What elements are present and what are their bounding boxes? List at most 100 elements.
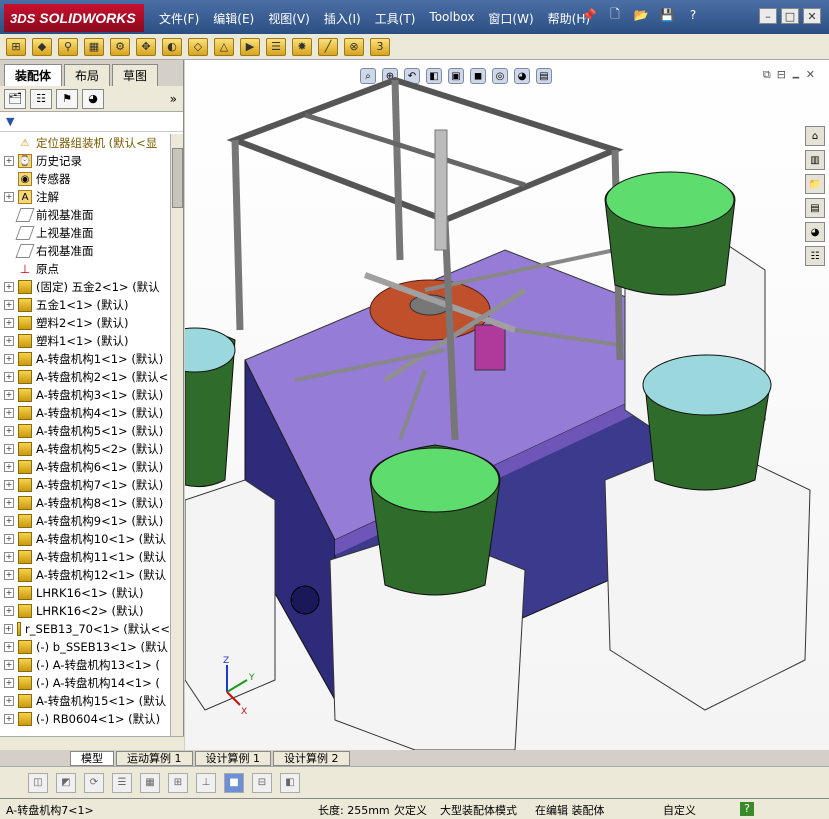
status-units[interactable]: 自定义 (663, 802, 696, 818)
expand-icon[interactable]: + (4, 714, 14, 724)
maximize-icon[interactable]: □ (781, 8, 799, 24)
tree-item[interactable]: 前视基准面 (0, 206, 170, 224)
solidworks-logo[interactable]: 3DS SOLIDWORKS (4, 4, 144, 32)
filter-icon[interactable]: ▼ (6, 115, 14, 128)
close-icon[interactable]: ✕ (803, 8, 821, 24)
appearances-icon[interactable]: ◕ (805, 222, 825, 242)
instant3d-icon[interactable]: 3 (370, 37, 390, 56)
tree-item[interactable]: + A-转盘机构5<1> (默认) (0, 422, 170, 440)
tree-vertical-scrollbar[interactable] (170, 134, 183, 738)
mate-icon[interactable]: ⚲ (58, 37, 78, 56)
tree-item[interactable]: + 五金1<1> (默认) (0, 296, 170, 314)
configuration-manager-icon[interactable]: ⚑ (56, 88, 78, 109)
tree-filter[interactable]: ▼ (0, 112, 183, 132)
tab-sketch[interactable]: 草图 (112, 64, 159, 86)
expand-icon[interactable]: + (4, 570, 14, 580)
expand-icon[interactable]: + (4, 372, 14, 382)
home-icon[interactable]: ⌂ (805, 126, 825, 146)
expand-icon[interactable]: + (4, 354, 14, 364)
expand-icon[interactable]: + (4, 678, 14, 688)
new-part-icon[interactable]: ◆ (32, 37, 52, 56)
design-library-icon[interactable]: ▥ (805, 150, 825, 170)
tree-item[interactable]: + (-) RB0604<1> (默认) (0, 710, 170, 728)
tree-item[interactable]: + 塑料2<1> (默认) (0, 314, 170, 332)
menu-edit[interactable]: 编辑(E) (206, 8, 261, 29)
insert-component-icon[interactable]: ⊞ (6, 37, 26, 56)
status-mode[interactable]: 大型装配体模式 (440, 802, 517, 818)
grid-icon[interactable]: ▦ (140, 772, 160, 793)
expand-icon[interactable]: + (4, 606, 14, 616)
menu-tools[interactable]: 工具(T) (368, 8, 423, 29)
expand-icon[interactable]: + (4, 156, 14, 166)
show-hidden-icon[interactable]: ◐ (162, 37, 182, 56)
axis-icon[interactable]: ⊥ (196, 772, 216, 793)
tree-item[interactable]: + (-) A-转盘机构13<1> ( (0, 656, 170, 674)
tab-motion-study-1[interactable]: 运动算例 1 (116, 750, 193, 766)
open-folder-icon[interactable]: 📂 (632, 6, 650, 24)
tree-item[interactable]: + ⌚ 历史记录 (0, 152, 170, 170)
tab-design-study-1[interactable]: 设计算例 1 (194, 750, 271, 766)
expand-icon[interactable]: + (4, 660, 14, 670)
assembly-model[interactable]: Z Y X (185, 60, 829, 750)
table-icon[interactable]: ⊞ (168, 772, 188, 793)
menu-window[interactable]: 窗口(W) (481, 8, 540, 29)
tree-item[interactable]: + A 注解 (0, 188, 170, 206)
tree-item[interactable]: + A-转盘机构2<1> (默认< (0, 368, 170, 386)
tree-item[interactable]: ⊥ 原点 (0, 260, 170, 278)
tree-item[interactable]: + A-转盘机构9<1> (默认) (0, 512, 170, 530)
assembly-features-icon[interactable]: ◇ (188, 37, 208, 56)
expand-icon[interactable]: + (4, 408, 14, 418)
expand-icon[interactable]: + (4, 552, 14, 562)
tree-item[interactable]: + A-转盘机构8<1> (默认) (0, 494, 170, 512)
tree-item[interactable]: + LHRK16<1> (默认) (0, 584, 170, 602)
shaded-icon[interactable]: ■ (224, 772, 244, 793)
expand-icon[interactable]: + (4, 318, 14, 328)
tab-assembly[interactable]: 装配体 (4, 64, 63, 86)
property-manager-icon[interactable]: ☷ (30, 88, 52, 109)
bill-of-materials-icon[interactable]: ☰ (266, 37, 286, 56)
expand-icon[interactable]: + (4, 282, 14, 292)
expand-icon[interactable]: + (4, 444, 14, 454)
tree-item[interactable]: ◉ 传感器 (0, 170, 170, 188)
expand-chevron-icon[interactable]: » (170, 92, 177, 106)
tree-item[interactable]: + A-转盘机构12<1> (默认 (0, 566, 170, 584)
move-component-icon[interactable]: ✥ (136, 37, 156, 56)
view-palette-icon[interactable]: ▤ (805, 198, 825, 218)
expand-icon[interactable]: + (4, 516, 14, 526)
help-icon[interactable]: ? (684, 6, 702, 24)
tree-item[interactable]: + (固定) 五金2<1> (默认 (0, 278, 170, 296)
tree-item[interactable]: + r_SEB13_70<1> (默认<< (0, 620, 170, 638)
tree-horizontal-scrollbar[interactable] (0, 736, 184, 750)
tree-item[interactable]: + A-转盘机构1<1> (默认) (0, 350, 170, 368)
menu-file[interactable]: 文件(F) (152, 8, 206, 29)
rebuild-icon[interactable]: ⟳ (84, 772, 104, 793)
new-document-icon[interactable]: 🗋 (606, 6, 624, 24)
tree-item[interactable]: 右视基准面 (0, 242, 170, 260)
tree-item[interactable]: + LHRK16<2> (默认) (0, 602, 170, 620)
menu-insert[interactable]: 插入(I) (317, 8, 368, 29)
tree-item[interactable]: + A-转盘机构15<1> (默认 (0, 692, 170, 710)
linear-pattern-icon[interactable]: ▦ (84, 37, 104, 56)
interference-detection-icon[interactable]: ⊗ (344, 37, 364, 56)
split-view-icon[interactable]: ⊟ (252, 772, 272, 793)
tree-item[interactable]: + A-转盘机构3<1> (默认) (0, 386, 170, 404)
tree-item[interactable]: + A-转盘机构5<2> (默认) (0, 440, 170, 458)
menu-view[interactable]: 视图(V) (261, 8, 317, 29)
expand-icon[interactable]: + (4, 534, 14, 544)
tree-item[interactable]: + A-转盘机构7<1> (默认) (0, 476, 170, 494)
expand-icon[interactable]: + (4, 480, 14, 490)
tree-item[interactable]: + A-转盘机构6<1> (默认) (0, 458, 170, 476)
display-manager-icon[interactable]: ◕ (82, 88, 104, 109)
feature-manager-icon[interactable]: 🗂 (4, 88, 26, 109)
tab-layout[interactable]: 布局 (64, 64, 111, 86)
tree-item[interactable]: 上视基准面 (0, 224, 170, 242)
tree-item[interactable]: + A-转盘机构10<1> (默认 (0, 530, 170, 548)
graphics-viewport[interactable]: ⌕ ⊕ ↶ ◧ ▣ ◼ ◎ ◕ ▤ ⧉ ⊟ 🗕 ✕ Z Y X ⌂ ▥ 📁 ▤ … (185, 60, 829, 750)
expand-icon[interactable]: + (4, 192, 14, 202)
list-icon[interactable]: ☰ (112, 772, 132, 793)
wireframe-icon[interactable]: ◫ (28, 772, 48, 793)
minimize-icon[interactable]: – (759, 8, 777, 24)
expand-icon[interactable]: + (4, 426, 14, 436)
scrollbar-thumb[interactable] (172, 148, 183, 208)
expand-icon[interactable]: + (4, 588, 14, 598)
